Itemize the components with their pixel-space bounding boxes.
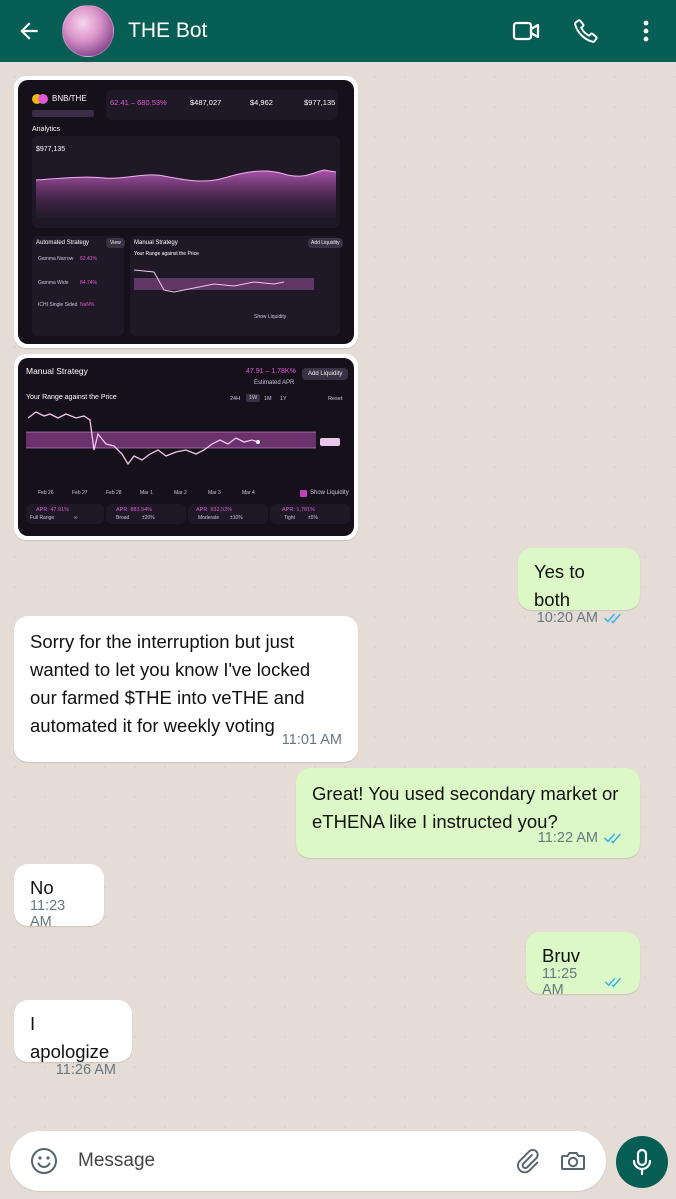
card-apr: APR: 47.91% [36,507,70,513]
message-input[interactable] [78,1150,504,1172]
camera-button[interactable] [550,1131,596,1191]
manual-strategy-label: Manual Strategy [134,240,178,246]
message-time: 11:26 AM [55,1062,116,1078]
video-call-button[interactable] [496,0,556,62]
microphone-icon [632,1148,652,1176]
contact-name[interactable]: THE Bot [128,19,496,43]
card-apr: APR: 1,781% [282,507,316,513]
emoji-button[interactable] [10,1131,78,1191]
total-value: $977,135 [304,98,336,107]
message-bubble-outgoing[interactable]: Bruv 11:25 AM [526,932,640,998]
chat-area[interactable]: BNB/THE 62.41 – 680.53% $487,027 $4,962 … [0,62,676,1130]
card-pct: ∞ [74,515,78,521]
date-tick: Mar 1 [140,490,153,496]
card-pct: ±20% [142,515,155,521]
date-tick: Mar 3 [208,490,221,496]
show-liquidity-label: Show Liquidity [310,490,349,496]
range-label: Your Range against the Price [26,394,117,401]
estimated-apr-value: 47.91 – 1.78K% [246,368,296,375]
message-bubble-outgoing[interactable]: Yes to both 10:20 AM [518,548,640,626]
card-apr: APR: 883.54% [116,507,153,513]
card-label: Broad [116,515,130,521]
analytics-value: $977,135 [36,146,66,153]
volume-value: $4,962 [250,98,273,107]
card-label: Full Range [30,515,55,521]
automated-strategy-label: Automated Strategy [36,240,90,246]
apr-range: 62.41 – 680.53% [110,98,167,107]
read-receipt-icon [604,613,621,624]
card-pct: ±5% [308,515,318,521]
message-time: 11:23 AM [30,898,66,930]
view-button[interactable]: View [106,238,125,248]
more-options-button[interactable] [616,0,676,62]
back-arrow-icon [20,22,38,40]
message-time: 11:01 AM [281,732,342,748]
card-apr: APR: 932.52% [196,507,233,513]
add-liquidity-button[interactable]: Add Liquidity [308,238,343,248]
timeframe-1y[interactable]: 1Y [280,396,287,402]
date-tick: Feb 27 [72,490,88,496]
read-receipt-icon [605,977,621,988]
back-button[interactable] [0,0,58,62]
manual-strategy-title: Manual Strategy [26,366,88,376]
image-message[interactable]: Manual Strategy 47.91 – 1.78K% Estimated… [14,354,358,540]
avatar[interactable] [62,5,114,57]
message-text: Sorry for the interruption but just want… [30,631,311,736]
strategy-apr: NaN% [80,302,95,308]
message-bubble-incoming[interactable]: I apologize 11:26 AM [14,1000,132,1078]
message-time: 11:25 AM [542,966,578,998]
show-liquidity-checkbox[interactable] [300,490,307,497]
message-time: 11:22 AM [537,830,598,846]
date-tick: Feb 28 [106,490,122,496]
more-vert-icon [643,20,649,42]
strategy-apr: 62.41% [80,256,97,262]
timeframe-1w[interactable]: 1W [246,394,261,402]
card-label: Moderate [198,515,220,521]
strategy-apr: 84.74% [80,280,97,286]
message-text: I apologize [30,1013,110,1062]
estimated-apr-label: Estimated APR [254,380,295,386]
timeframe-24h[interactable]: 24H [230,396,240,402]
analytics-area-chart [35,169,337,218]
image-message[interactable]: BNB/THE 62.41 – 680.53% $487,027 $4,962 … [14,76,358,348]
camera-icon [561,1152,585,1170]
video-call-icon [512,21,540,41]
range-price-chart [26,411,340,466]
message-bubble-outgoing[interactable]: Great! You used secondary market or eTHE… [296,768,640,858]
card-label: Tight [284,515,295,521]
pair-label: BNB/THE [52,94,87,103]
reset-button[interactable]: Reset [328,396,342,402]
emoji-icon [31,1148,57,1174]
date-tick: Feb 26 [38,490,54,496]
range-mini-chart [134,269,314,293]
voice-message-button[interactable] [616,1136,668,1188]
show-liquidity-label: Show Liquidity [254,314,287,320]
strategy-name: Gamma Narrow [38,256,74,262]
date-tick: Mar 4 [242,490,255,496]
dashboard-screenshot: BNB/THE 62.41 – 680.53% $487,027 $4,962 … [18,80,354,344]
read-receipt-icon [604,833,621,844]
chat-header: THE Bot [0,0,676,62]
message-composer [10,1131,606,1191]
timeframe-1m[interactable]: 1M [264,396,272,402]
range-label: Your Range against the Price [134,251,199,257]
strategy-name: ICHI Single Sided [38,302,78,308]
add-liquidity-button[interactable]: Add Liquidity [302,368,349,380]
attach-button[interactable] [504,1131,550,1191]
voice-call-button[interactable] [556,0,616,62]
paperclip-icon [517,1148,539,1174]
message-text: Great! You used secondary market or eTHE… [312,783,619,832]
phone-icon [574,19,598,43]
card-pct: ±10% [230,515,243,521]
message-time: 10:20 AM [536,610,598,626]
analytics-label: Analytics [32,126,61,133]
message-bubble-incoming[interactable]: Sorry for the interruption but just want… [14,616,358,762]
tvl-value: $487,027 [190,98,222,107]
message-bubble-incoming[interactable]: No 11:23 AM [14,864,104,930]
the-token-icon [38,94,48,104]
message-text: Yes to both [534,561,585,610]
manual-strategy-screenshot: Manual Strategy 47.91 – 1.78K% Estimated… [18,358,354,536]
date-tick: Mar 2 [174,490,187,496]
strategy-name: Gamma Wide [38,280,69,286]
